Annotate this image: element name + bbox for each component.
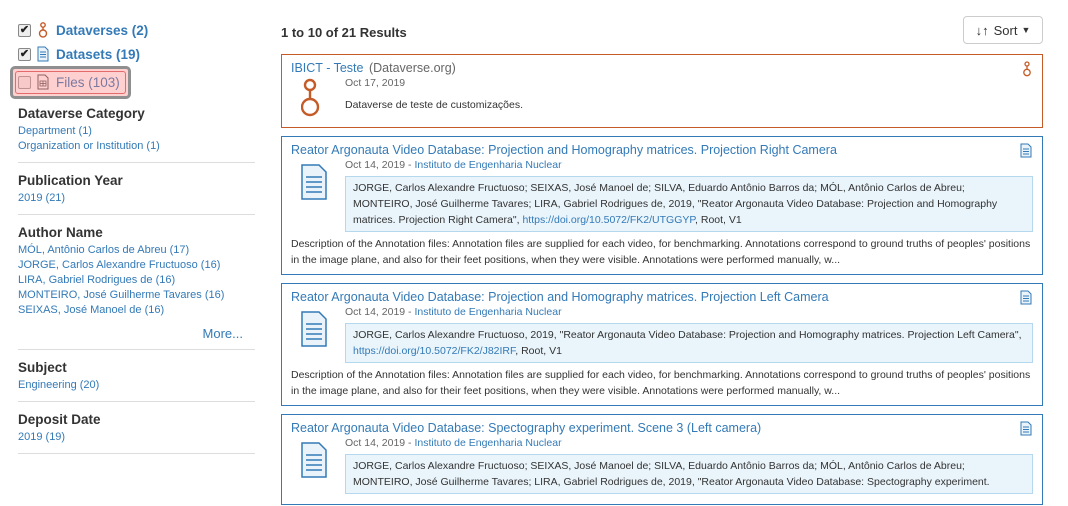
sort-icon: ↓↑: [975, 22, 989, 38]
result-meta: Oct 14, 2019 - Instituto de Engenharia N…: [345, 159, 562, 171]
citation-text: JORGE, Carlos Alexandre Fructuoso; SEIXA…: [353, 460, 990, 488]
results-count: 1 to 10 of 21 Results: [281, 25, 407, 40]
facet-item[interactable]: 2019 (21): [18, 191, 255, 206]
result-date: Oct 17, 2019: [345, 77, 406, 89]
facet-deposit-date: Deposit Date 2019 (19): [18, 402, 255, 454]
result-card-dataverse: IBICT - Teste (Dataverse.org) Oct 17, 20…: [281, 54, 1043, 128]
result-publisher-link[interactable]: Instituto de Engenharia Nuclear: [414, 437, 561, 449]
results-panel: 1 to 10 of 21 Results ↓↑ Sort ▼ IBICT - …: [281, 14, 1043, 505]
dataset-icon: [37, 46, 51, 62]
dataset-icon: [291, 305, 345, 367]
doi-link[interactable]: https://doi.org/10.5072/FK2/J82IRF: [353, 345, 515, 357]
facet-item[interactable]: LIRA, Gabriel Rodrigues de (16): [18, 273, 255, 288]
result-card-dataset: Reator Argonauta Video Database: Project…: [281, 136, 1043, 275]
citation-tail: , Root, V1: [515, 345, 562, 357]
facet-title: Publication Year: [18, 173, 123, 188]
result-title-link[interactable]: Reator Argonauta Video Database: Spectog…: [291, 420, 1033, 436]
facet-title: Dataverse Category: [18, 106, 145, 121]
files-highlight-box: [10, 66, 131, 99]
facet-item[interactable]: SEIXAS, José Manoel de (16): [18, 303, 255, 318]
facet-item[interactable]: JORGE, Carlos Alexandre Fructuoso (16): [18, 258, 255, 273]
result-description: Dataverse de teste de customizações.: [345, 99, 524, 111]
result-subtitle: (Dataverse.org): [368, 61, 456, 75]
dataset-icon: [1020, 421, 1032, 441]
dataset-icon: [1020, 290, 1032, 310]
dataset-icon: [1020, 143, 1032, 163]
result-meta: Oct 14, 2019 - Instituto de Engenharia N…: [345, 437, 562, 449]
facet-item[interactable]: Department (1): [18, 124, 255, 139]
citation-tail: , Root, V1: [695, 214, 742, 226]
datasets-checkbox[interactable]: ✔: [18, 47, 31, 61]
result-title-link[interactable]: Reator Argonauta Video Database: Project…: [291, 289, 1033, 305]
result-citation: JORGE, Carlos Alexandre Fructuoso; SEIXA…: [345, 454, 1033, 494]
datasets-label[interactable]: Datasets (19): [56, 47, 140, 62]
results-header: 1 to 10 of 21 Results ↓↑ Sort ▼: [281, 14, 1043, 50]
result-date: Oct 14, 2019: [345, 159, 406, 171]
result-card-dataset: Reator Argonauta Video Database: Spectog…: [281, 414, 1043, 505]
facet-sidebar: ✔ Dataverses (2) ✔ Datasets (19) Files (…: [10, 18, 255, 454]
facet-author-name: Author Name MÓL, Antônio Carlos de Abreu…: [18, 215, 255, 350]
result-description: Description of the Annotation files: Ann…: [291, 238, 1031, 266]
result-date: Oct 14, 2019: [345, 437, 406, 449]
result-card-dataset: Reator Argonauta Video Database: Project…: [281, 283, 1043, 406]
dataverses-label[interactable]: Dataverses (2): [56, 23, 148, 38]
dataverse-icon: [1022, 61, 1032, 82]
result-title-row: IBICT - Teste (Dataverse.org): [291, 60, 1033, 76]
chevron-down-icon: ▼: [1021, 25, 1031, 35]
result-publisher-link[interactable]: Instituto de Engenharia Nuclear: [414, 159, 561, 171]
sort-button[interactable]: ↓↑ Sort ▼: [963, 16, 1043, 44]
doi-link[interactable]: https://doi.org/10.5072/FK2/UTGGYP: [522, 214, 695, 226]
facet-subject: Subject Engineering (20): [18, 350, 255, 402]
facet-item[interactable]: Engineering (20): [18, 378, 255, 393]
author-more-link[interactable]: More...: [18, 326, 243, 341]
result-publisher-link[interactable]: Instituto de Engenharia Nuclear: [414, 306, 561, 318]
facet-title: Subject: [18, 360, 67, 375]
result-citation: JORGE, Carlos Alexandre Fructuoso; SEIXA…: [345, 176, 1033, 232]
type-filter-dataverses[interactable]: ✔ Dataverses (2): [18, 18, 255, 42]
facet-title: Author Name: [18, 225, 103, 240]
facet-item[interactable]: Organization or Institution (1): [18, 139, 255, 154]
result-description: Description of the Annotation files: Ann…: [291, 369, 1031, 397]
result-title-link[interactable]: Reator Argonauta Video Database: Project…: [291, 142, 1033, 158]
facet-item[interactable]: 2019 (19): [18, 430, 255, 445]
facet-item[interactable]: MÓL, Antônio Carlos de Abreu (17): [18, 243, 255, 258]
dataverse-icon: [291, 76, 345, 123]
facet-title: Deposit Date: [18, 412, 101, 427]
result-citation: JORGE, Carlos Alexandre Fructuoso, 2019,…: [345, 323, 1033, 363]
facet-publication-year: Publication Year 2019 (21): [18, 163, 255, 215]
sort-label: Sort: [993, 22, 1018, 38]
dataverses-checkbox[interactable]: ✔: [18, 23, 31, 37]
result-meta: Oct 14, 2019 - Instituto de Engenharia N…: [345, 306, 562, 318]
facet-dataverse-category: Dataverse Category Department (1) Organi…: [18, 102, 255, 163]
facet-item[interactable]: MONTEIRO, José Guilherme Tavares (16): [18, 288, 255, 303]
result-title-link[interactable]: IBICT - Teste: [291, 61, 363, 75]
type-filter-datasets[interactable]: ✔ Datasets (19): [18, 42, 255, 66]
citation-text: JORGE, Carlos Alexandre Fructuoso, 2019,…: [353, 329, 1022, 341]
dataset-icon: [291, 436, 345, 498]
dataset-icon: [291, 158, 345, 236]
dataverse-icon: [37, 22, 51, 38]
result-date: Oct 14, 2019: [345, 306, 406, 318]
